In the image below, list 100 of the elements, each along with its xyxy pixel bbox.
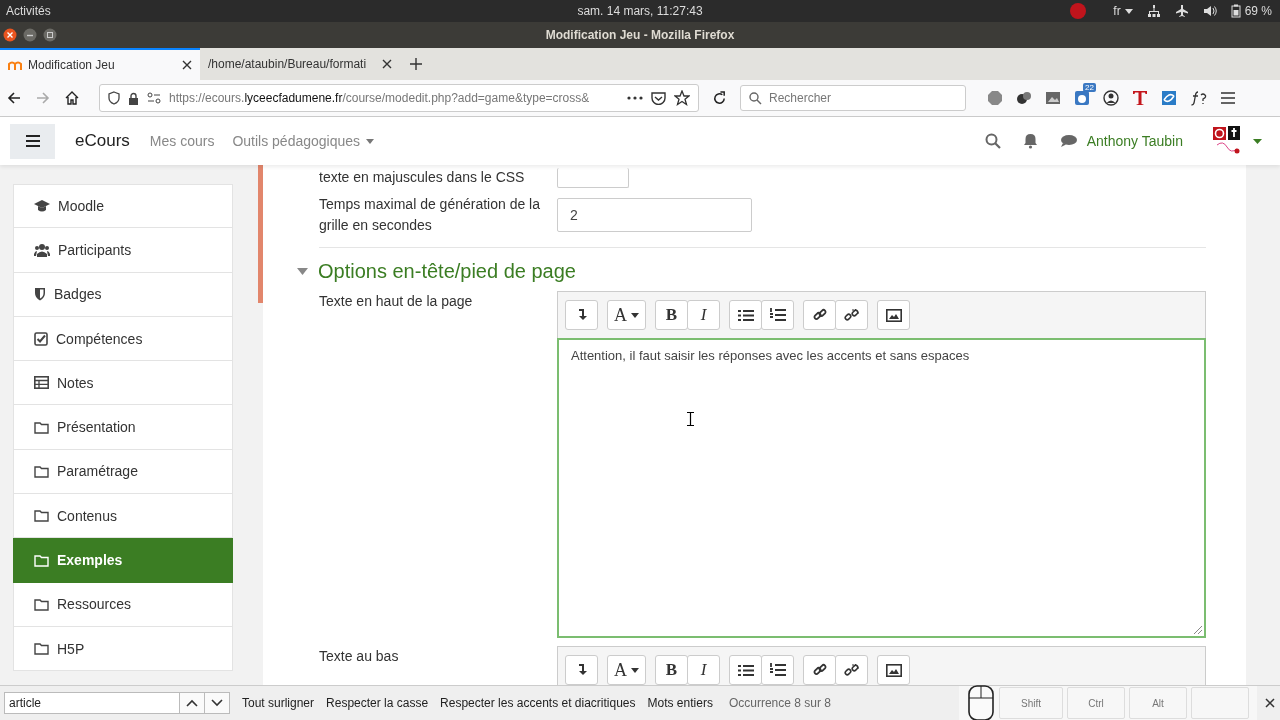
find-status: Occurrence 8 sur 8 [728,696,831,710]
bold-button[interactable]: B [655,300,688,330]
resize-handle-icon[interactable] [1194,626,1202,634]
search-field[interactable]: Rechercher [740,85,966,111]
sidebar-item[interactable]: Présentation [13,405,233,450]
bold-button[interactable]: B [655,655,688,685]
ol-button[interactable] [761,655,794,685]
nav-link[interactable]: Mes cours [149,133,215,149]
italic-button[interactable]: I [687,300,720,330]
link-button[interactable] [803,655,836,685]
language-indicator[interactable]: fr [1113,4,1121,18]
nav-link[interactable]: Outils pédagogiques [232,133,375,149]
caret-icon [366,138,375,144]
tab-title: /home/ataubin/Bureau/formati [208,57,368,71]
home-icon[interactable] [64,90,80,106]
clock[interactable]: sam. 14 mars, 11:27:43 [577,4,703,18]
sidebar-item[interactable]: Ressources [13,582,233,627]
find-option[interactable]: Respecter les accents et diacritiques [440,696,636,710]
ul-button[interactable] [729,655,762,685]
address-field[interactable]: https://ecours.lyceecfadumene.fr/course/modedit.php?add=game&type=cross& [99,84,699,112]
link-button[interactable] [803,300,836,330]
minimize-icon[interactable] [23,28,37,42]
text-cursor-icon [687,412,694,426]
sidebar-item[interactable]: Compétences [13,316,233,362]
function-icon[interactable] [1190,90,1208,106]
battery-level: 69 % [1244,4,1272,18]
field-label: Temps maximal de génération de la grille en secondes [319,195,541,235]
unlink-icon [844,662,859,678]
balls-icon[interactable] [1016,90,1032,106]
keyboard-key[interactable]: Ctrl [1067,687,1125,719]
sidebar-item[interactable]: Paramétrage [13,449,233,495]
sidebar-item[interactable]: Moodle [13,184,233,229]
search-icon [749,91,762,105]
back-icon[interactable] [6,90,22,106]
pocket-icon[interactable] [651,91,666,105]
input-field[interactable] [557,167,629,188]
reload-icon[interactable] [712,90,727,106]
next-button[interactable] [204,692,230,714]
sidebar-item[interactable]: H5P [13,626,233,672]
font-button[interactable]: A [607,300,646,330]
section-header[interactable]: Options en-tête/pied de page [297,260,1206,283]
field-label: Texte en haut de la page [319,292,474,311]
previous-button[interactable] [179,692,205,714]
keyboard-key[interactable]: Alt [1129,687,1187,719]
caret-icon[interactable] [1124,8,1133,14]
find-option[interactable]: Tout surligner [242,696,315,710]
unlink-button[interactable] [835,300,868,330]
airplane-icon[interactable] [1174,4,1189,18]
find-option[interactable]: Mots entiers [647,696,713,710]
close-icon[interactable] [1265,698,1275,708]
activities-button[interactable]: Activités [6,4,51,18]
sidebar-item[interactable]: Exemples [13,538,233,583]
volume-icon[interactable] [1202,4,1217,18]
caret-icon[interactable] [1253,138,1262,144]
bell-icon[interactable] [1022,133,1038,149]
close-icon[interactable] [3,28,17,42]
new-tab-icon[interactable] [410,58,422,70]
picture-frame-icon[interactable] [1045,90,1061,106]
tab-title: Modification Jeu [28,58,116,72]
sidebar-item[interactable]: Badges [13,272,233,317]
ul-button[interactable] [729,300,762,330]
collapse-button[interactable] [565,655,598,685]
find-option[interactable]: Respecter la casse [326,696,429,710]
close-icon[interactable] [382,59,392,69]
close-icon[interactable] [182,60,192,70]
input-field[interactable]: 2 [557,198,752,232]
chat-icon[interactable] [1059,134,1077,148]
italic-button[interactable]: I [687,655,720,685]
more-icon[interactable] [627,96,643,100]
mouse-icon[interactable] [967,684,995,720]
search-icon[interactable] [984,133,1001,149]
maximize-icon[interactable] [43,28,57,42]
arrow-down-icon [576,664,587,676]
ol-button[interactable] [761,300,794,330]
image-button[interactable] [877,655,910,685]
find-field[interactable]: article [4,692,180,714]
browser-tab[interactable]: /home/ataubin/Bureau/formati [200,48,400,80]
menu-icon[interactable] [1221,92,1235,104]
site-brand[interactable]: eCours [75,131,130,151]
sidebar-item[interactable]: Notes [13,361,233,406]
font-button[interactable]: A [607,655,646,685]
user-circle-icon[interactable] [1103,90,1119,106]
sidebar-item[interactable]: Participants [13,228,233,273]
serif-t-icon[interactable] [1132,90,1148,106]
arrow-down-icon [576,309,587,321]
browser-tab[interactable]: Modification Jeu [0,48,200,80]
extension-icon[interactable] [1074,90,1090,106]
collapse-button[interactable] [565,300,598,330]
users-icon [34,242,50,257]
text-editor[interactable]: Attention, il faut saisir les réponses avec les accents et sans espaces [557,338,1206,638]
image-icon [885,663,902,677]
unlink-button[interactable] [835,655,868,685]
image-button[interactable] [877,300,910,330]
menu-button[interactable] [10,123,55,159]
user-name[interactable]: Anthony Taubin [1086,133,1183,149]
checkbox-icon [34,331,48,346]
network-icon[interactable] [1146,4,1161,18]
keyboard-key[interactable]: Shift [999,687,1063,719]
battery-icon[interactable] [1230,4,1241,18]
star-icon[interactable] [674,90,690,106]
